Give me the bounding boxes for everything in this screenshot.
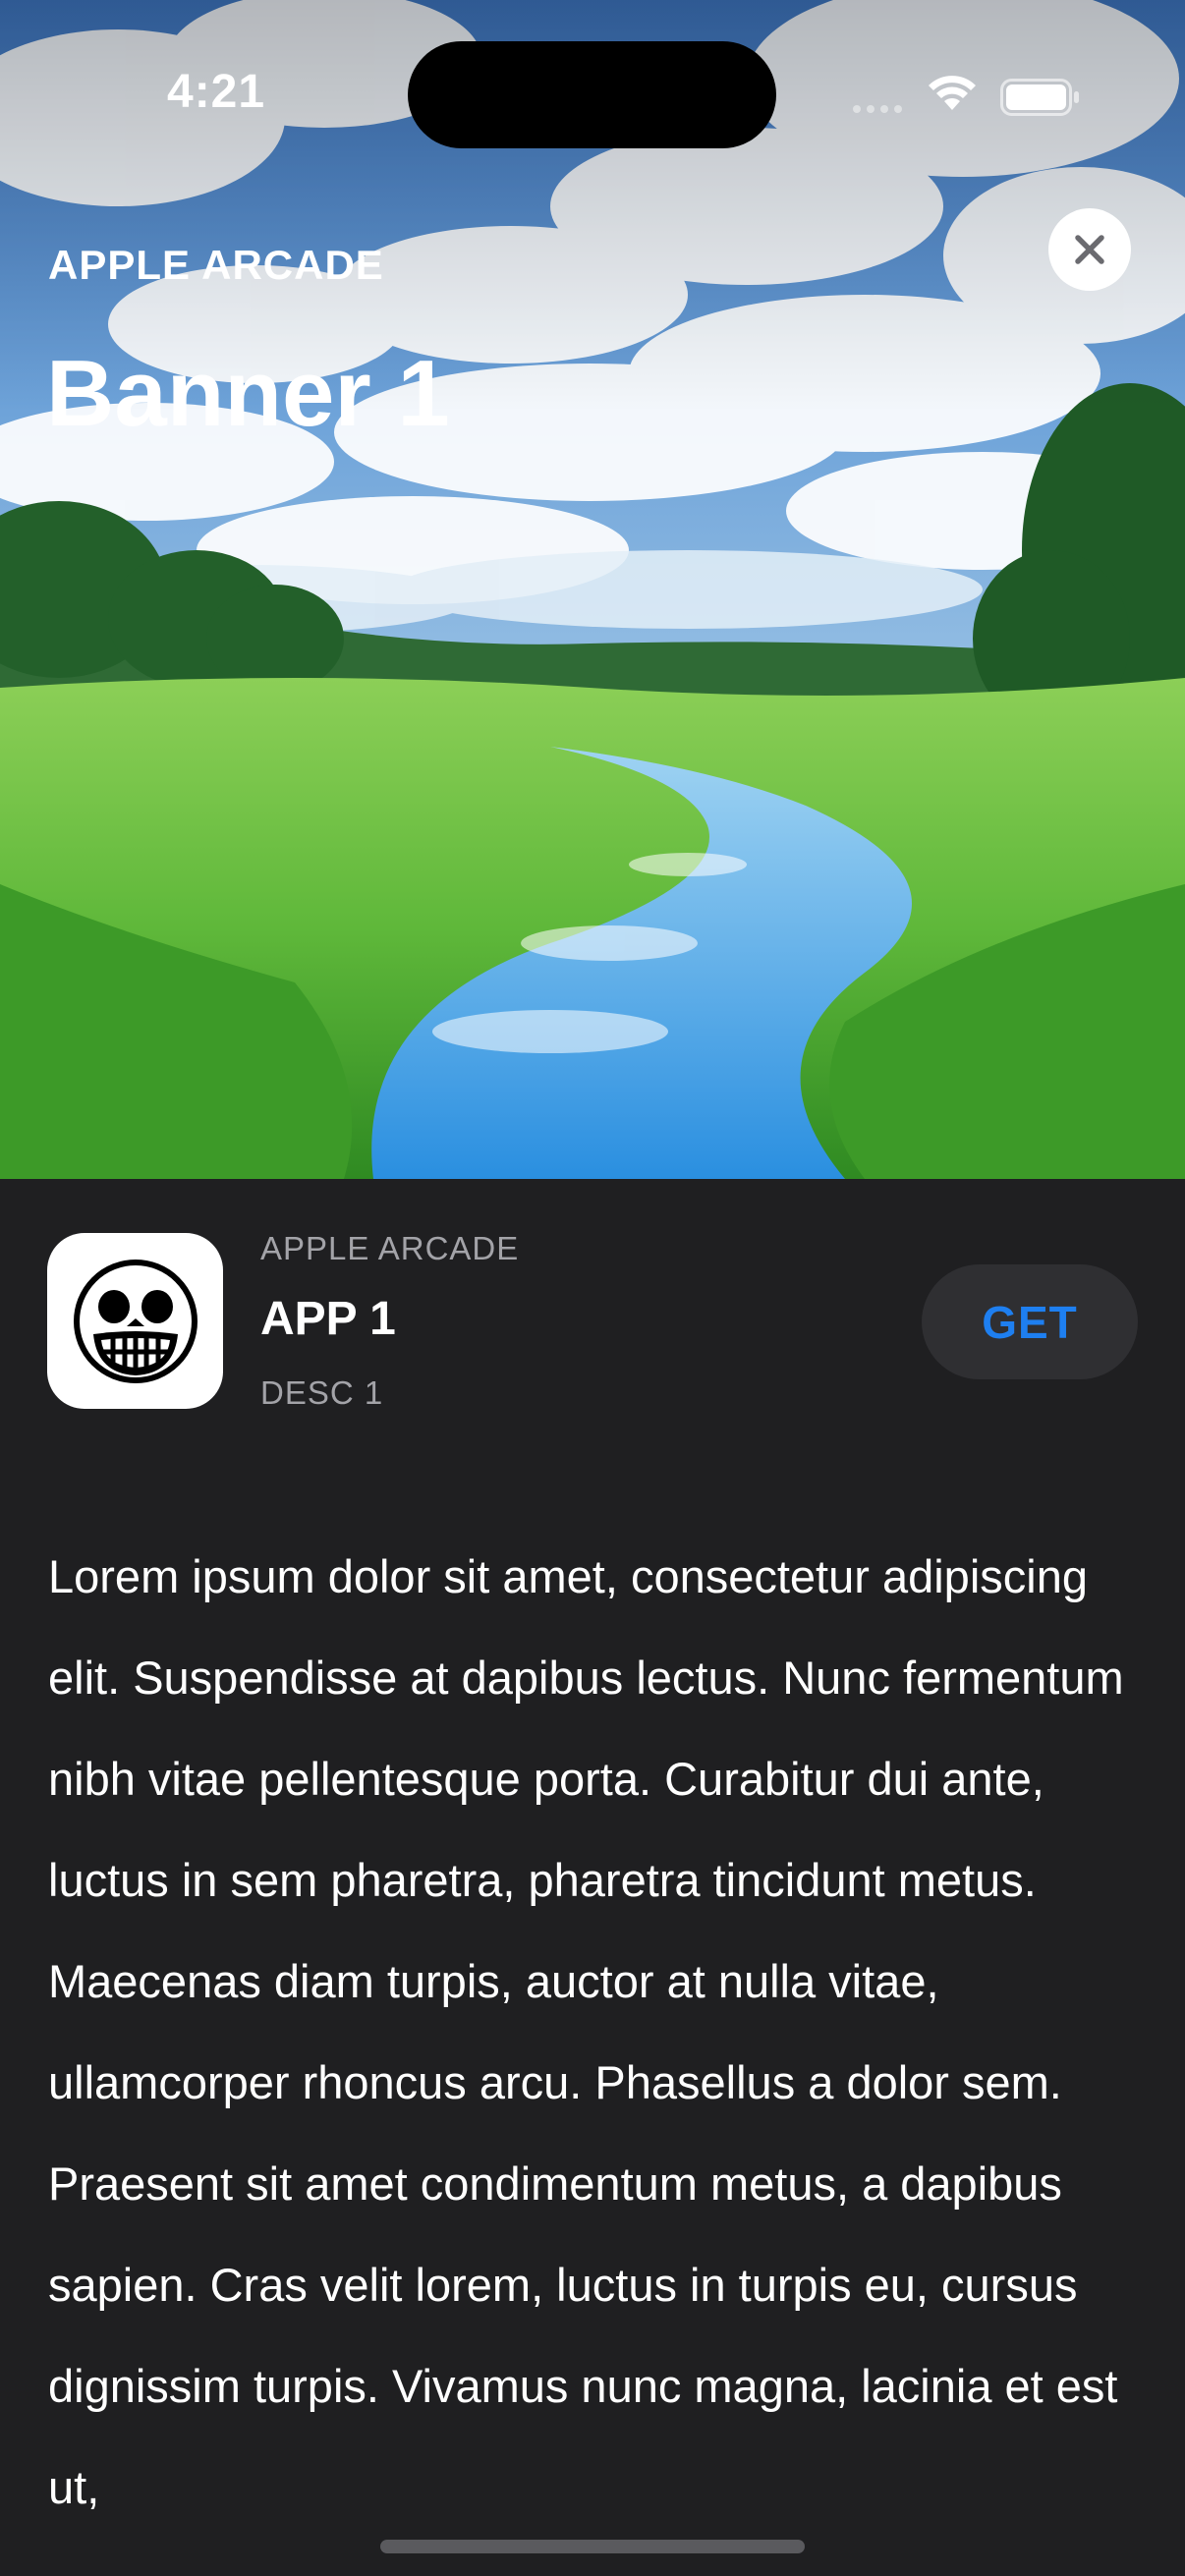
get-button[interactable]: GET [922, 1264, 1138, 1379]
hero-banner[interactable]: 4:21 APPLE ARCADE Banner 1 [0, 0, 1185, 1179]
battery-icon [1000, 79, 1079, 116]
hero-subtitle: APPLE ARCADE [48, 242, 384, 288]
landscape-image [0, 0, 1185, 1179]
hero-title: Banner 1 [46, 341, 450, 446]
app-category: APPLE ARCADE [260, 1230, 520, 1266]
app-description: DESC 1 [260, 1374, 384, 1411]
wifi-icon [929, 76, 976, 110]
app-row[interactable]: APPLE ARCADE APP 1 DESC 1 GET [0, 1179, 1185, 1434]
app-name[interactable]: APP 1 [260, 1292, 396, 1346]
status-bar: 4:21 [0, 0, 1185, 148]
smiley-skull-icon [73, 1259, 198, 1383]
dynamic-island [408, 41, 776, 148]
status-time: 4:21 [167, 66, 266, 118]
article-body-text: Lorem ipsum dolor sit amet, consectetur … [48, 1550, 1124, 2513]
xmark-icon [1075, 235, 1104, 264]
app-icon[interactable] [47, 1233, 223, 1409]
close-button[interactable] [1048, 208, 1131, 291]
cellular-signal-icon [853, 105, 902, 113]
home-indicator[interactable] [380, 2540, 805, 2553]
